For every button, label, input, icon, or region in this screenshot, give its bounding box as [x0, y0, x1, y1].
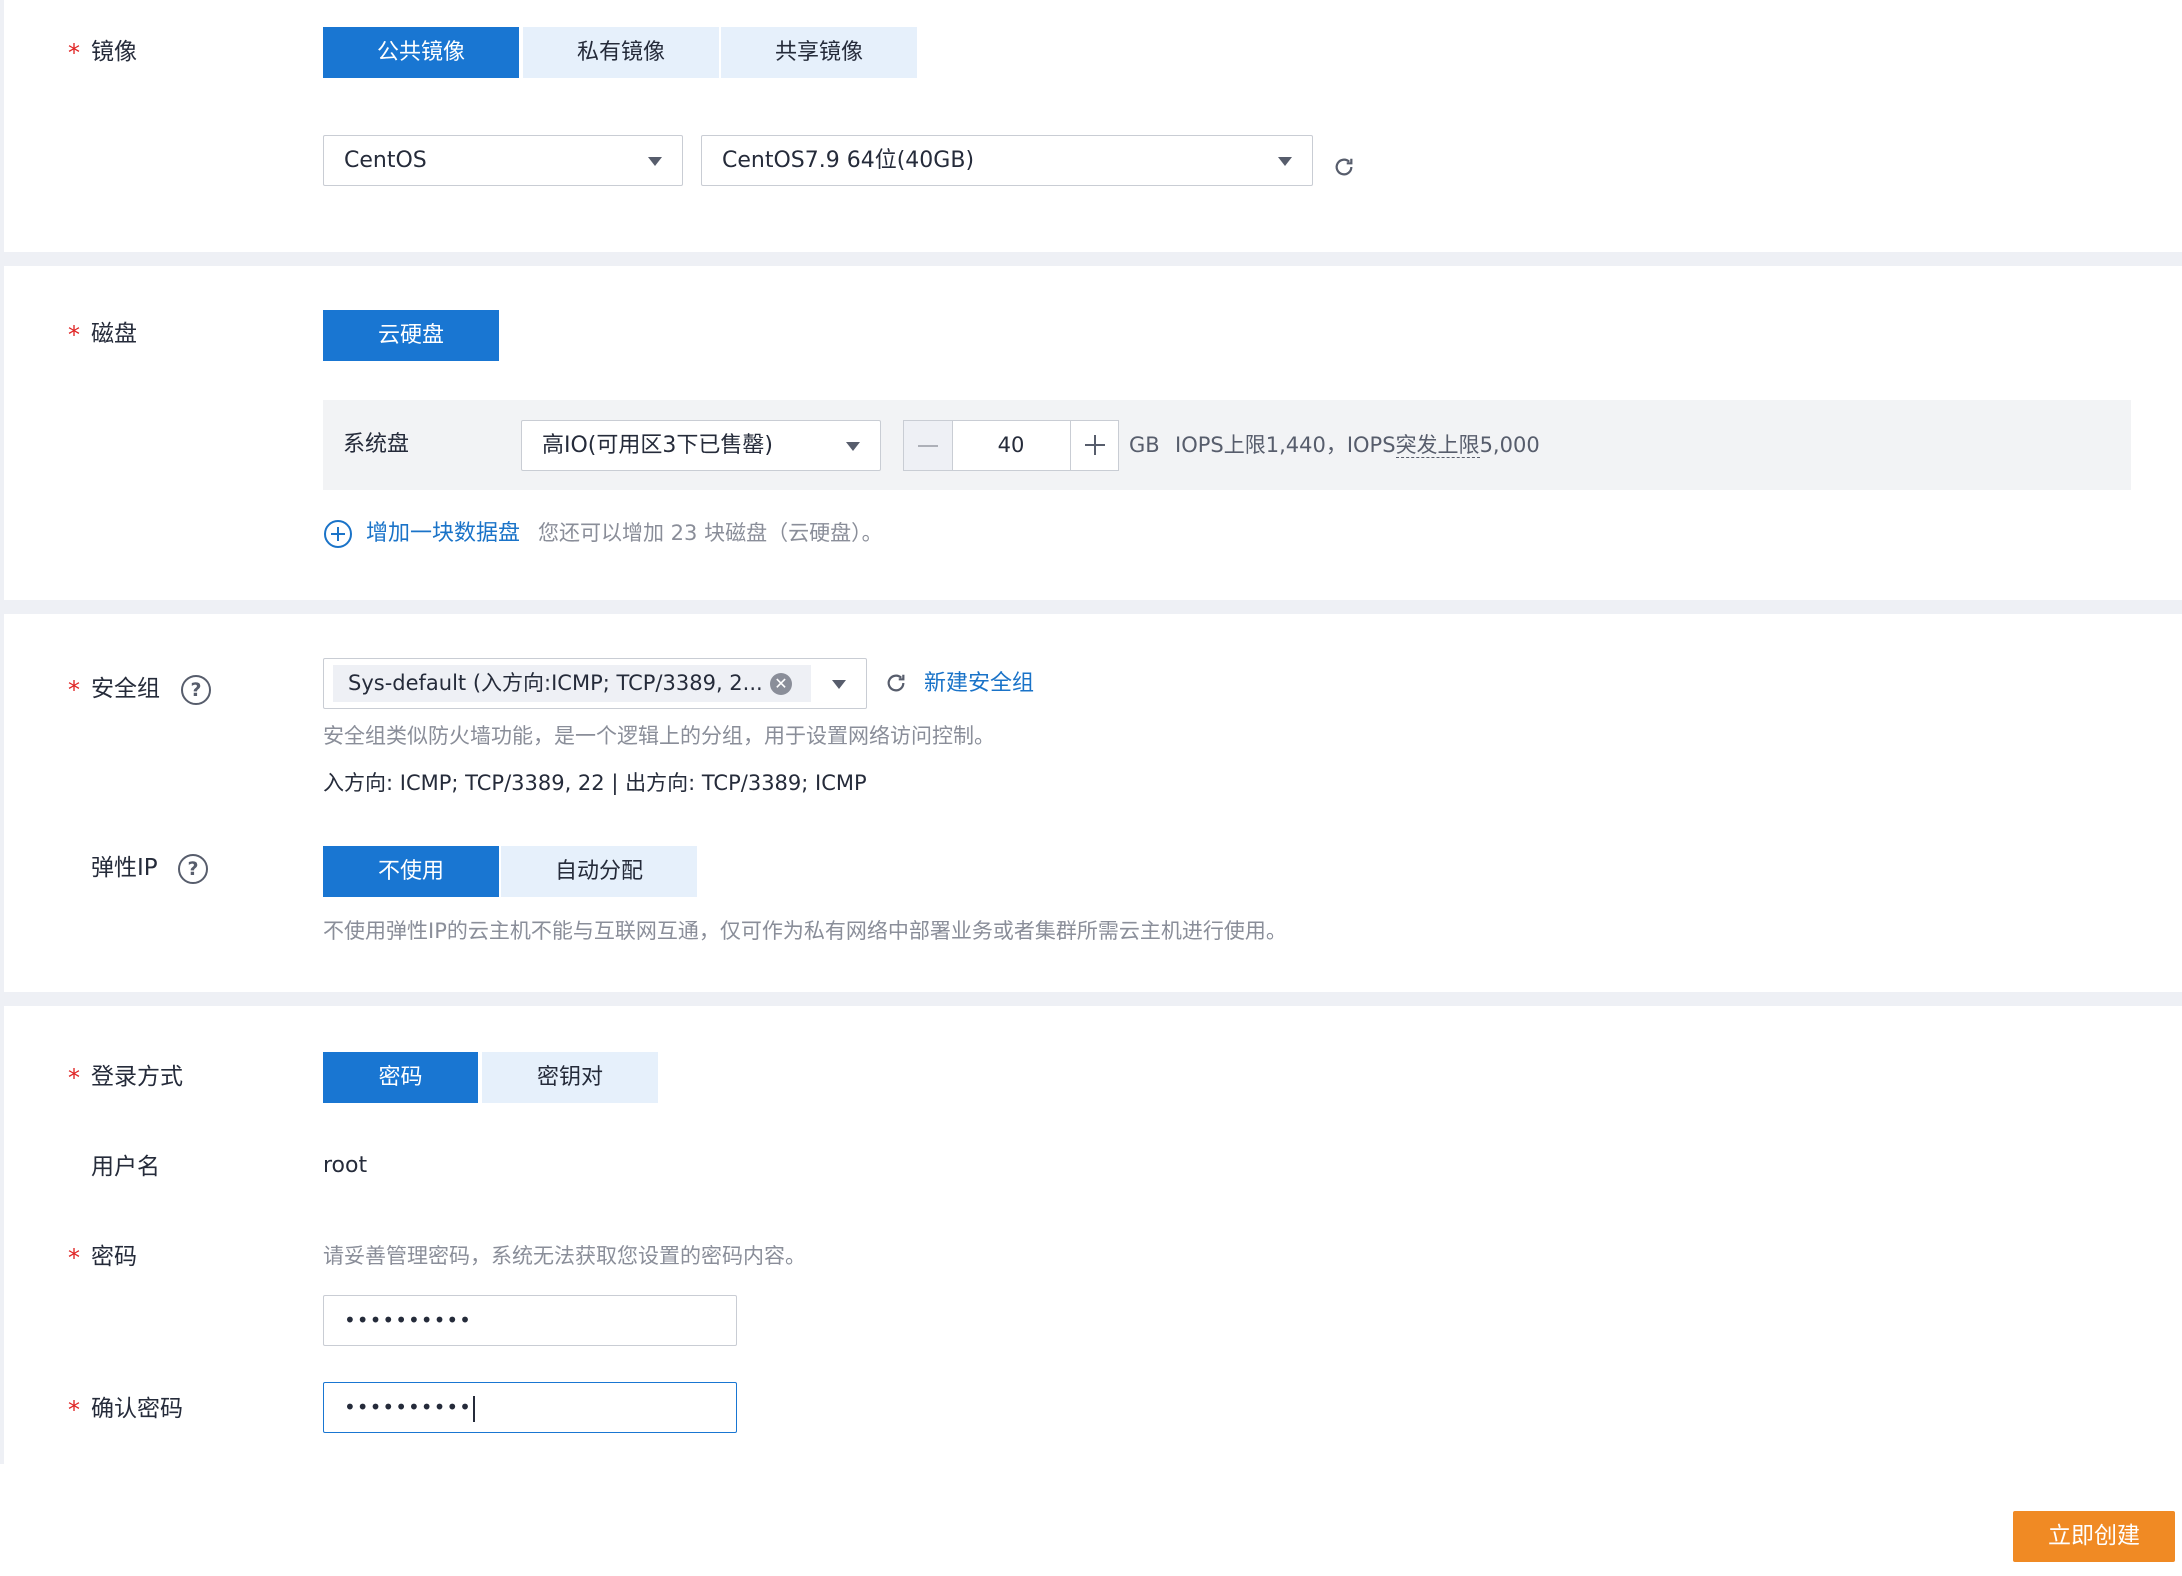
- disk-type-value: 高IO(可用区3下已售罄): [542, 433, 773, 458]
- password-field[interactable]: ••••••••••: [323, 1295, 737, 1346]
- security-group-select[interactable]: Sys-default (入方向:ICMP; TCP/3389, 2... ✕: [323, 658, 867, 709]
- security-group-label: 安全组: [91, 676, 160, 702]
- create-now-button[interactable]: 立即创建: [2013, 1511, 2175, 1562]
- add-data-disk-link[interactable]: 增加一块数据盘: [366, 520, 520, 548]
- network-section: * 安全组 ? Sys-default (入方向:ICMP; TCP/3389,…: [4, 614, 2182, 992]
- disk-label: 磁盘: [91, 321, 137, 347]
- security-group-tag-label: Sys-default (入方向:ICMP; TCP/3389, 2...: [348, 671, 763, 695]
- eip-option-none[interactable]: 不使用: [323, 846, 499, 897]
- tab-shared-image[interactable]: 共享镜像: [721, 27, 917, 78]
- required-mark: *: [68, 39, 80, 67]
- required-mark: *: [68, 1244, 80, 1272]
- tab-key-pair[interactable]: 密钥对: [482, 1052, 658, 1103]
- required-mark: *: [68, 1064, 80, 1092]
- confirm-password-field[interactable]: ••••••••••: [323, 1382, 737, 1433]
- disk-type-select[interactable]: 高IO(可用区3下已售罄): [521, 420, 881, 471]
- add-circle-icon[interactable]: [323, 519, 353, 549]
- confirm-password-label: 确认密码: [91, 1396, 183, 1422]
- close-icon[interactable]: ✕: [770, 673, 792, 695]
- login-method-label: 登录方式: [91, 1064, 183, 1090]
- help-icon[interactable]: ?: [178, 854, 208, 884]
- iops-info: IOPS上限1,440，IOPS突发上限5,000: [1175, 431, 1540, 459]
- disk-size-stepper: 40: [903, 420, 1119, 471]
- system-disk-row: 系统盘 高IO(可用区3下已售罄) 40 GB IOPS上限1,440，IOPS…: [323, 400, 2131, 490]
- minus-icon: [918, 445, 938, 447]
- required-mark: *: [68, 1396, 80, 1424]
- chevron-down-icon: [832, 680, 846, 689]
- tab-password[interactable]: 密码: [323, 1052, 478, 1103]
- refresh-icon[interactable]: [1333, 156, 1355, 178]
- add-disk-hint: 您还可以增加 23 块磁盘（云硬盘）。: [538, 521, 883, 545]
- image-section: * 镜像 公共镜像 私有镜像 共享镜像 CentOS CentOS7.9 64位…: [4, 0, 2182, 252]
- security-group-hint: 安全组类似防火墙功能，是一个逻辑上的分组，用于设置网络访问控制。: [323, 724, 995, 748]
- system-disk-label: 系统盘: [343, 432, 410, 457]
- os-type-select[interactable]: CentOS: [323, 135, 683, 186]
- os-version-select[interactable]: CentOS7.9 64位(40GB): [701, 135, 1313, 186]
- tab-public-image[interactable]: 公共镜像: [323, 27, 519, 78]
- cloud-disk-button[interactable]: 云硬盘: [323, 310, 499, 361]
- os-version-value: CentOS7.9 64位(40GB): [722, 148, 975, 173]
- required-mark: *: [68, 321, 80, 349]
- password-value: ••••••••••: [344, 1308, 472, 1332]
- confirm-password-value: ••••••••••: [344, 1395, 472, 1419]
- password-label: 密码: [91, 1244, 137, 1270]
- eip-option-auto[interactable]: 自动分配: [501, 846, 697, 897]
- refresh-icon[interactable]: [885, 672, 907, 694]
- eip-label: 弹性IP: [91, 855, 158, 881]
- decrement-button[interactable]: [904, 421, 953, 470]
- security-group-tag: Sys-default (入方向:ICMP; TCP/3389, 2...: [333, 665, 811, 702]
- new-security-group-link[interactable]: 新建安全组: [924, 670, 1034, 698]
- os-type-value: CentOS: [344, 148, 427, 173]
- tab-private-image[interactable]: 私有镜像: [523, 27, 719, 78]
- text-cursor: [472, 1395, 475, 1422]
- disk-unit: GB: [1129, 433, 1160, 457]
- required-mark: *: [68, 676, 80, 704]
- iops-burst-value: 5,000: [1479, 433, 1540, 457]
- chevron-down-icon: [648, 157, 662, 166]
- iops-burst-term[interactable]: 突发上限: [1395, 433, 1480, 458]
- chevron-down-icon: [1278, 157, 1292, 166]
- chevron-down-icon: [846, 442, 860, 451]
- increment-button[interactable]: [1070, 421, 1119, 470]
- login-section: * 登录方式 密码 密钥对 用户名 root * 密码 请妥善管理密码，系统无法…: [4, 1006, 2182, 1464]
- password-hint: 请妥善管理密码，系统无法获取您设置的密码内容。: [323, 1244, 806, 1268]
- disk-size-value[interactable]: 40: [953, 421, 1069, 470]
- username-label: 用户名: [91, 1154, 160, 1180]
- image-label: 镜像: [91, 39, 137, 65]
- help-icon[interactable]: ?: [181, 675, 211, 705]
- iops-prefix: IOPS上限1,440，IOPS: [1175, 433, 1396, 457]
- eip-hint: 不使用弹性IP的云主机不能与互联网互通，仅可作为私有网络中部署业务或者集群所需云…: [323, 919, 1287, 943]
- security-group-rules: 入方向: ICMP; TCP/3389, 22 | 出方向: TCP/3389;…: [323, 771, 867, 795]
- plus-icon-vertical: [1094, 435, 1096, 455]
- disk-section: * 磁盘 云硬盘 系统盘 高IO(可用区3下已售罄) 40 GB IOPS上限1…: [4, 266, 2182, 600]
- footer-bar: 立即创建: [0, 1464, 2182, 1576]
- username-value: root: [323, 1153, 368, 1178]
